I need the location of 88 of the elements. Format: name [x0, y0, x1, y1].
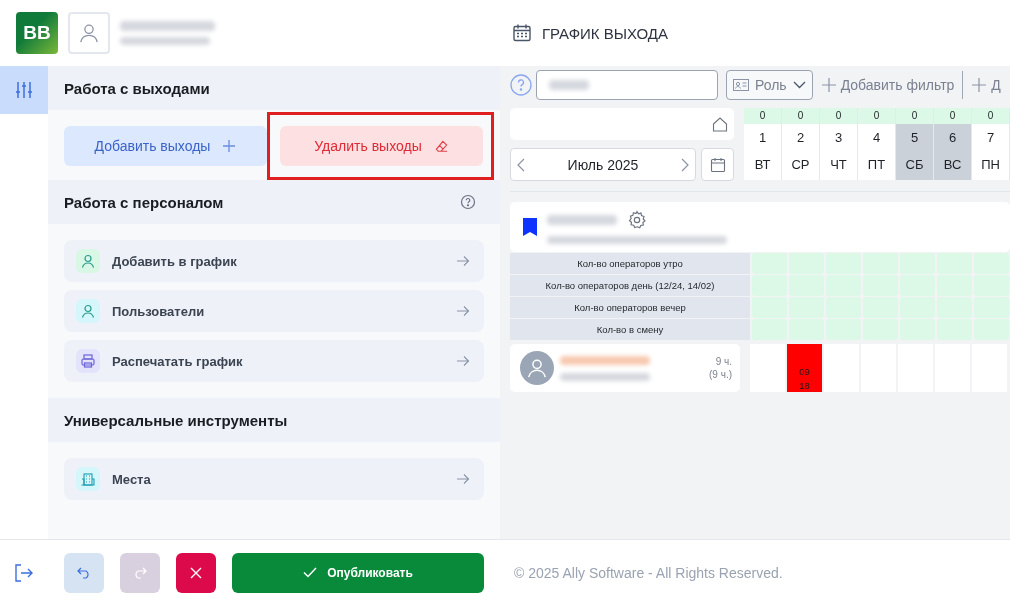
calendar-button[interactable]	[701, 148, 734, 181]
shift-cell[interactable]: 09 18	[787, 344, 822, 392]
blurred-team-name	[547, 215, 617, 225]
page-title: ГРАФИК ВЫХОДА	[542, 24, 668, 42]
home-icon[interactable]	[712, 116, 728, 132]
close-icon	[190, 566, 202, 579]
metric-cell	[752, 253, 787, 274]
day-weekday: ВТ	[754, 157, 771, 172]
day-date: 2	[796, 130, 805, 145]
section-title: Универсальные инструменты	[64, 411, 288, 429]
metric-cell	[900, 253, 935, 274]
day-weekday: СБ	[905, 157, 924, 172]
arrow-right-icon	[456, 255, 470, 267]
add-button[interactable]: Д	[967, 77, 1005, 93]
bookmark-icon	[523, 218, 537, 236]
month-label: Июль 2025	[567, 156, 639, 173]
plus-icon	[222, 139, 237, 153]
eraser-icon	[433, 138, 449, 154]
day-count: 0	[934, 108, 971, 124]
day-date: 7	[986, 130, 995, 145]
calendar-icon	[512, 23, 532, 43]
day-date: 5	[910, 130, 919, 145]
plus-icon	[971, 77, 988, 93]
undo-icon	[77, 566, 91, 579]
day-date: 3	[834, 130, 843, 145]
calendar-icon	[709, 156, 726, 173]
redo-icon	[133, 566, 147, 579]
month-switcher[interactable]: Июль 2025	[510, 148, 696, 181]
menu-link[interactable]: Распечатать график	[64, 340, 484, 382]
arrow-right-icon	[456, 355, 470, 367]
day-date: 4	[872, 130, 881, 145]
day-weekday: ВС	[943, 157, 962, 172]
logout-icon[interactable]	[14, 562, 34, 583]
settings-icon[interactable]	[627, 210, 647, 230]
cancel-button[interactable]	[176, 552, 216, 593]
search-field[interactable]	[536, 70, 718, 100]
metric-cell	[974, 253, 1009, 274]
id-card-icon	[733, 79, 749, 91]
shift-start: 09	[799, 366, 810, 377]
redo-button[interactable]	[120, 552, 160, 593]
metric-cell	[826, 253, 861, 274]
day-weekday: ПН	[981, 157, 1000, 172]
metric-label: Кол-во операторов утро	[510, 253, 750, 274]
menu-link[interactable]: Пользователи	[64, 290, 484, 332]
role-dropdown[interactable]: Роль	[726, 70, 813, 100]
add-filter-button[interactable]: Добавить фильтр	[816, 77, 959, 93]
day-weekday: ПТ	[867, 157, 886, 172]
day-date: 1	[758, 130, 767, 145]
shift-end: 18	[799, 380, 810, 391]
copyright-text: © 2025 Ally Software - All Rights Reserved.	[513, 564, 783, 581]
planned-hours-text: (9 ч.)	[709, 369, 732, 380]
section-title: Работа с выходами	[64, 79, 210, 97]
day-weekday: ЧТ	[830, 157, 847, 172]
metric-cell	[789, 253, 824, 274]
add-shifts-button[interactable]: Добавить выходы	[64, 126, 267, 166]
hours-text: 9 ч.	[715, 356, 732, 367]
filters-icon[interactable]	[0, 66, 48, 114]
day-count: 0	[744, 108, 781, 124]
day-date: 6	[948, 130, 957, 145]
user-avatar[interactable]	[68, 12, 110, 54]
app-logo: BB	[16, 12, 58, 54]
metric-label: Кол-во операторов вечер	[510, 297, 750, 318]
check-icon	[303, 567, 318, 578]
arrow-right-icon	[456, 473, 470, 485]
chevron-left-icon[interactable]	[517, 157, 525, 172]
metric-cell	[937, 253, 972, 274]
menu-link[interactable]: Места	[64, 458, 484, 500]
delete-shifts-button[interactable]: Удалить выходы	[280, 126, 483, 166]
chevron-down-icon	[792, 81, 806, 89]
avatar-icon	[520, 351, 554, 385]
day-weekday: СР	[791, 157, 810, 172]
metric-label: Кол-во в смену	[510, 319, 750, 340]
day-count: 0	[820, 108, 857, 124]
publish-button[interactable]: Опубликовать	[232, 552, 484, 593]
chevron-right-icon[interactable]	[681, 157, 689, 172]
arrow-right-icon	[456, 305, 470, 317]
day-count: 0	[896, 108, 933, 124]
plus-icon	[820, 77, 837, 93]
menu-link[interactable]: Добавить в график	[64, 240, 484, 282]
section-title: Работа с персоналом	[64, 193, 224, 211]
help-icon[interactable]	[460, 194, 476, 210]
day-count: 0	[972, 108, 1009, 124]
metric-cell	[863, 253, 898, 274]
metric-label: Кол-во операторов день (12/24, 14/02)	[510, 275, 750, 296]
day-count: 0	[858, 108, 895, 124]
day-count: 0	[782, 108, 819, 124]
undo-button[interactable]	[64, 552, 104, 593]
help-icon[interactable]	[510, 74, 532, 96]
